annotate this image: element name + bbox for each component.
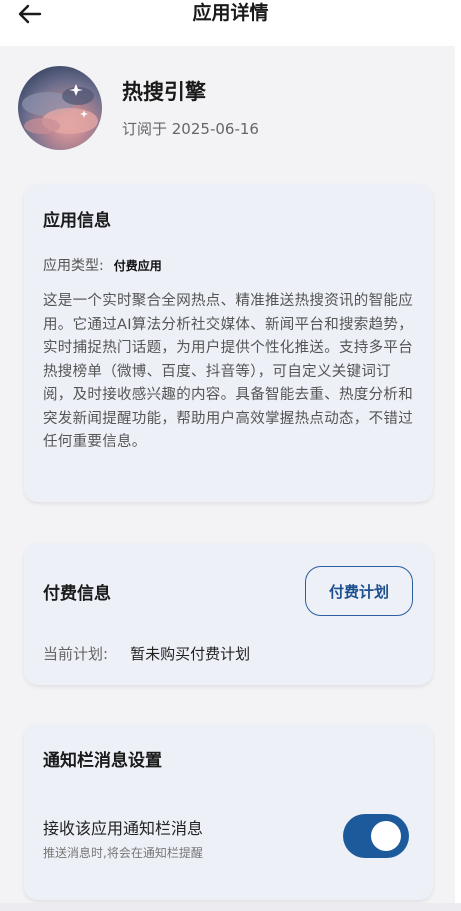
app-info-card: 应用信息 应用类型: 付费应用 这是一个实时聚合全网热点、精准推送热搜资讯的智能应…: [24, 184, 433, 502]
current-plan-row: 当前计划: 暂未购买付费计划: [43, 643, 250, 664]
notification-toggle[interactable]: [343, 814, 409, 858]
payment-plan-button[interactable]: 付费计划: [305, 566, 413, 616]
notification-settings-card: 通知栏消息设置 接收该应用通知栏消息 推送消息时,将会在通知栏提醒: [24, 724, 433, 900]
app-avatar: [18, 66, 102, 150]
app-type-value: 付费应用: [113, 259, 162, 273]
app-type-row: 应用类型: 付费应用: [43, 255, 162, 275]
app-name: 热搜引擎: [122, 80, 206, 104]
app-info-title: 应用信息: [43, 211, 111, 231]
notification-settings-title: 通知栏消息设置: [43, 751, 162, 771]
notification-toggle-label: 接收该应用通知栏消息: [43, 819, 204, 838]
app-description: 这是一个实时聚合全网热点、精准推送热搜资讯的智能应用。它通过AI算法分析社交媒体…: [43, 293, 413, 450]
current-plan-label: 当前计划:: [43, 645, 109, 663]
right-edge: [455, 0, 461, 911]
app-header: 热搜引擎 订阅于 2025-06-16: [18, 66, 438, 152]
page-title: 应用详情: [192, 2, 269, 24]
bottom-strip: [0, 903, 461, 911]
current-plan-value: 暂未购买付费计划: [130, 645, 251, 663]
top-bar: 应用详情: [0, 0, 461, 46]
notification-toggle-hint: 推送消息时,将会在通知栏提醒: [43, 846, 203, 860]
payment-info-title: 付费信息: [43, 584, 111, 604]
payment-info-card: 付费信息 付费计划 当前计划: 暂未购买付费计划: [24, 543, 433, 685]
toggle-knob: [371, 821, 401, 851]
app-type-label: 应用类型:: [43, 258, 104, 274]
sky-clouds-image: [22, 84, 98, 134]
subscribe-date: 订阅于 2025-06-16: [122, 120, 259, 138]
